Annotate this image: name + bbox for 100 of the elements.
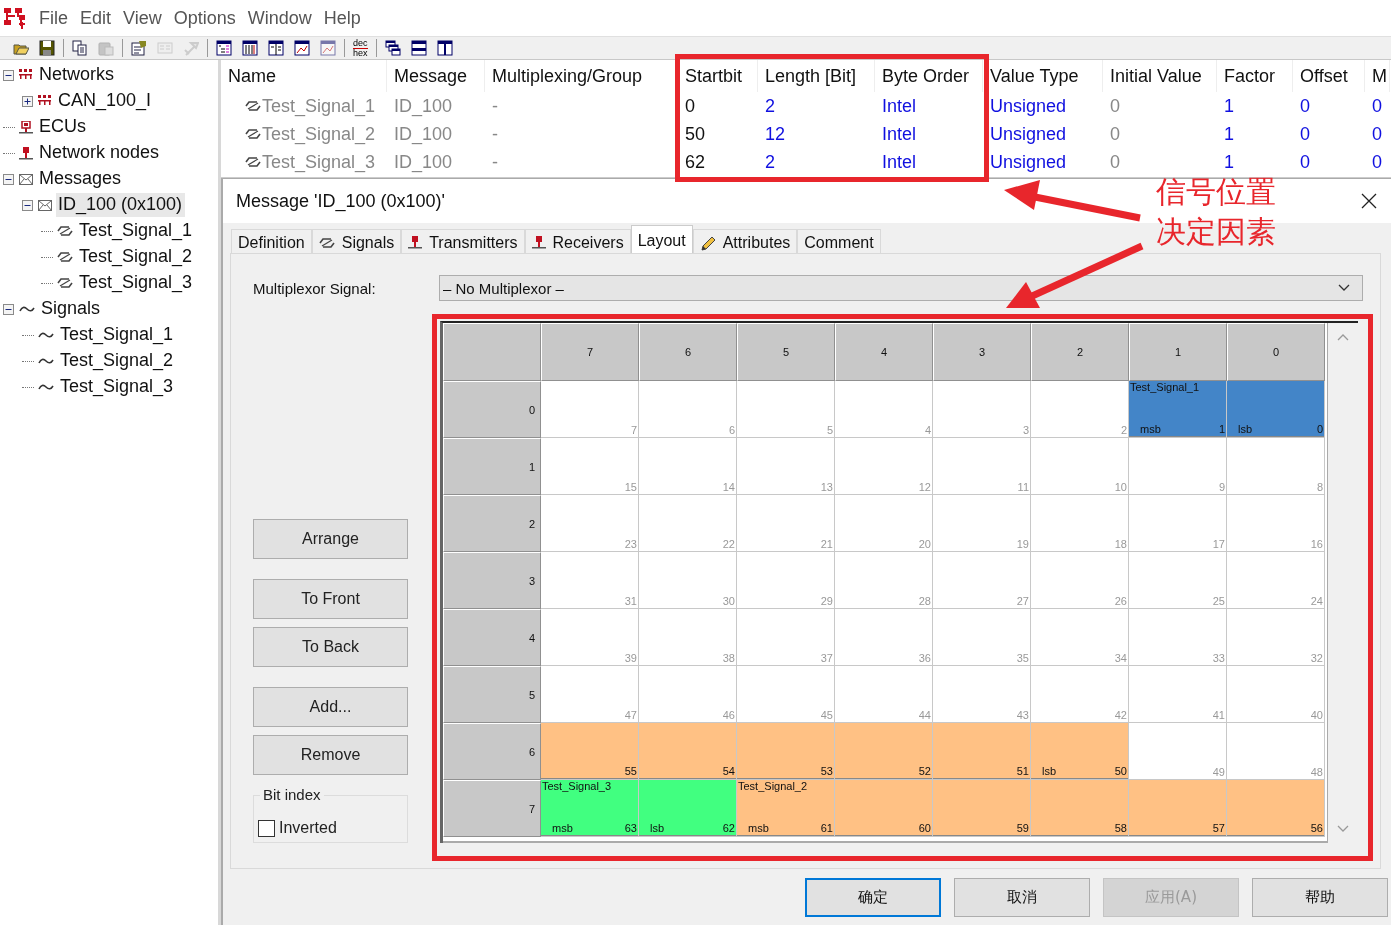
bit-number: 10 [1114,481,1127,493]
tab[interactable]: Signals [311,229,402,255]
tree-item[interactable]: Signals [39,297,104,321]
table-cell-text: ID_100 [393,123,454,145]
action-button[interactable]: Add... [253,687,408,727]
bit-cell[interactable]: 52 [835,723,933,780]
tab[interactable]: Transmitters [401,229,525,255]
bit-cell[interactable]: 56 [1227,780,1325,837]
tab[interactable]: Attributes [692,229,798,255]
table-cell-text: - [491,95,499,117]
annotation-text: 信号位置 [1156,173,1276,211]
bit-number: 61 [820,822,833,834]
expand-toggle-icon[interactable] [3,69,14,81]
column-header[interactable]: Value Type [983,60,1103,92]
column-header[interactable]: Message [387,60,485,92]
column-header[interactable]: Byte Order [875,60,983,92]
ecu-icon [19,120,33,134]
wave-icon [38,356,54,366]
tab[interactable]: Receivers [524,229,631,255]
inverted-checkbox[interactable]: Inverted [258,819,337,837]
menu-item[interactable]: View [119,7,170,29]
dialog-button[interactable]: 取消 [954,877,1090,917]
bit-cell[interactable]: lsb 50 [1031,723,1129,780]
expand-toggle-icon[interactable] [3,173,14,185]
split-view-icon[interactable] [268,40,284,56]
bit-number: 25 [1212,595,1225,607]
bit-number: 16 [1310,538,1323,550]
dialog-button[interactable]: 帮助 [1252,877,1388,917]
tab[interactable]: Comment [797,229,881,255]
menu-item[interactable]: Options [169,7,244,29]
tree-item[interactable]: Messages [37,167,125,191]
expand-toggle-icon[interactable] [22,95,33,107]
column-header[interactable]: Multiplexing/Group [485,60,678,92]
tree-item[interactable]: Test_Signal_1 [77,219,196,243]
bit-cell[interactable]: 54 [639,723,737,780]
table-cell-text: - [491,151,499,173]
table-cell-text: Intel [881,123,918,145]
expand-toggle-icon[interactable] [22,199,33,211]
multiplexor-dropdown[interactable]: – No Multiplexor – [439,275,1363,301]
tree-item[interactable]: Test_Signal_3 [77,271,196,295]
tree-item[interactable]: Test_Signal_2 [58,349,177,373]
tree-item[interactable]: ID_100 (0x100) [56,193,186,217]
table-cell-text: 0 [1109,151,1121,173]
column-header[interactable]: Factor [1217,60,1293,92]
tile-vertical-icon[interactable] [436,40,453,56]
bit-cell[interactable]: 53 [737,723,835,780]
properties-icon[interactable] [131,40,147,56]
bit-cell[interactable]: 57 [1129,780,1227,837]
column-header[interactable]: M [1365,60,1390,92]
bit-cell[interactable]: 60 [835,780,933,837]
bit-cell[interactable]: 59 [933,780,1031,837]
list-view-icon[interactable] [216,40,232,56]
tree-item[interactable]: CAN_100_I [56,89,155,113]
row-header: 0 [443,381,541,438]
bit-cell[interactable]: 58 [1031,780,1129,837]
table-cell: Test_Signal_2 [262,123,376,145]
tree-item[interactable]: Networks [37,63,117,87]
action-button[interactable]: Remove [253,735,408,775]
tree-item[interactable]: Test_Signal_2 [77,245,196,269]
columns-view-icon[interactable] [242,40,258,56]
bit-cell[interactable]: 55 [541,723,639,780]
tree-item[interactable]: Test_Signal_3 [58,375,177,399]
chart-view-icon[interactable] [294,40,310,56]
tile-horizontal-icon[interactable] [410,40,427,56]
save-icon[interactable] [39,40,55,56]
dec-hex-button[interactable]: dec hex [350,38,371,58]
bit-number: 55 [624,765,637,777]
bit-cell[interactable]: Test_Signal_3 msb 63 [541,780,639,837]
table-cell-text: 0 [1371,123,1383,145]
dialog-button[interactable]: 确定 [805,877,941,917]
bit-cell[interactable]: 51 [933,723,1031,780]
tree-item[interactable]: ECUs [37,115,89,139]
tab[interactable]: Definition [231,229,312,255]
column-header[interactable]: Length [Bit] [758,60,875,92]
column-header[interactable]: Startbit [678,60,758,92]
copy-icon[interactable] [72,40,88,56]
group-title: Bit index [260,786,324,803]
menu-item[interactable]: Edit [76,7,120,29]
menu-item[interactable]: Window [243,7,320,29]
menu-item[interactable]: File [35,7,76,29]
bit-number: 42 [1114,709,1127,721]
bit-cell[interactable]: Test_Signal_2 msb 61 [737,780,835,837]
action-button[interactable]: To Front [253,579,408,619]
action-button[interactable]: Arrange [253,519,408,559]
tree-item[interactable]: Test_Signal_1 [58,323,177,347]
bit-number: 49 [1212,766,1225,778]
menu-item[interactable]: Help [319,7,369,29]
column-header[interactable]: Offset [1293,60,1365,92]
column-header: 1 [1129,323,1227,381]
bit-cell[interactable]: lsb 0 [1227,381,1325,438]
column-header[interactable]: Initial Value [1103,60,1217,92]
bit-cell[interactable]: lsb 62 [639,780,737,837]
close-icon[interactable] [1361,193,1377,209]
cascade-windows-icon[interactable] [384,40,401,56]
bit-cell[interactable]: Test_Signal_1 msb 1 [1129,381,1227,438]
expand-toggle-icon[interactable] [3,303,14,315]
column-header[interactable]: Name [221,60,387,92]
tree-item[interactable]: Network nodes [37,141,163,165]
action-button[interactable]: To Back [253,627,408,667]
tab[interactable]: Layout [630,225,693,255]
